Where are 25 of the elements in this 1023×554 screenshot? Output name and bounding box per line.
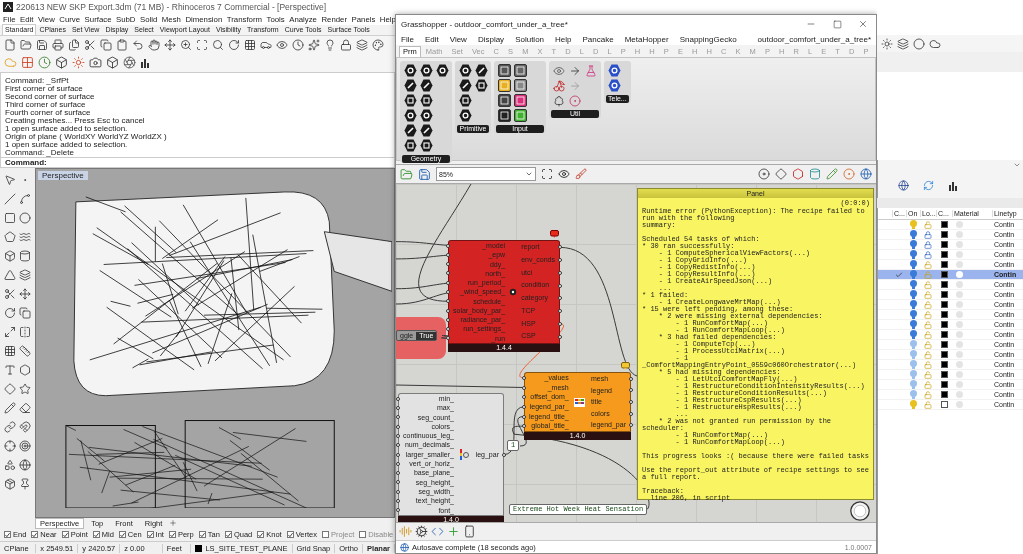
viewport-title[interactable]: Perspective (38, 171, 88, 180)
command-line: Command: _SrfPt (5, 77, 70, 85)
menu-item[interactable]: View (449, 34, 467, 44)
document-name: outdoor_comfort_under_a_tree* (757, 34, 871, 44)
command-prompt[interactable]: Command: (0, 158, 395, 168)
window-title: 220613 NEW SKP Export.3dm (71 MB) - Rhinoceros 7 Commercial - [Perspective] (16, 2, 327, 12)
command-line: Command: _Delete (5, 149, 75, 157)
command-line: Creating meshes... Press Esc to cancel (5, 117, 146, 125)
command-line: 1 open surface added to selection. (5, 125, 129, 133)
viewport[interactable]: Perspective (35, 168, 395, 518)
menu-item[interactable]: Display (477, 34, 505, 44)
menu-item[interactable]: MetaHopper (624, 34, 669, 44)
command-line: Third corner of surface (5, 101, 87, 109)
command-line: Origin of plane ( WorldXY WorldYZ WorldZX ) (5, 133, 168, 141)
menu-item[interactable]: Solution (515, 34, 545, 44)
menu-item[interactable]: Edit (424, 34, 439, 44)
menu-item[interactable]: Pancake (582, 34, 614, 44)
command-line: Fourth corner of surface (5, 109, 92, 117)
window-title: Grasshopper - outdoor_comfort_under_a_tree* (401, 19, 568, 29)
menu-item[interactable]: File (401, 34, 414, 44)
command-line: 1 open surface added to selection. (5, 141, 129, 149)
command-line: Second corner of surface (5, 93, 96, 101)
command-line: First corner of surface (5, 85, 84, 93)
menu-item[interactable]: SnappingGecko (679, 34, 737, 44)
menu-item[interactable]: Help (555, 34, 572, 44)
